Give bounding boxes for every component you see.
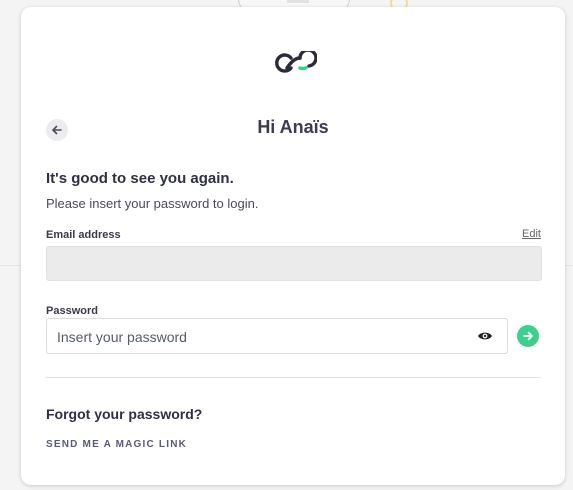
arrow-right-icon bbox=[523, 331, 533, 341]
welcome-headline: It's good to see you again. bbox=[46, 170, 234, 187]
email-label: Email address bbox=[46, 229, 121, 241]
eye-icon[interactable] bbox=[477, 330, 493, 342]
infinity-logo-icon bbox=[275, 51, 317, 73]
submit-password-button[interactable] bbox=[517, 325, 539, 347]
password-label: Password bbox=[46, 305, 98, 317]
background-tab bbox=[287, 0, 309, 3]
forgot-password-title: Forgot your password? bbox=[46, 406, 203, 422]
login-modal: Hi Anaïs It's good to see you again. Ple… bbox=[21, 7, 565, 485]
login-instructions: Please insert your password to login. bbox=[46, 196, 259, 211]
greeting-title: Hi Anaïs bbox=[257, 117, 329, 137]
send-magic-link-button[interactable]: SEND ME A MAGIC LINK bbox=[46, 439, 187, 450]
password-input[interactable] bbox=[55, 319, 469, 355]
edit-email-link[interactable]: Edit bbox=[522, 228, 541, 240]
email-field bbox=[46, 246, 542, 281]
section-divider bbox=[46, 377, 541, 378]
password-field-wrapper bbox=[46, 318, 508, 355]
